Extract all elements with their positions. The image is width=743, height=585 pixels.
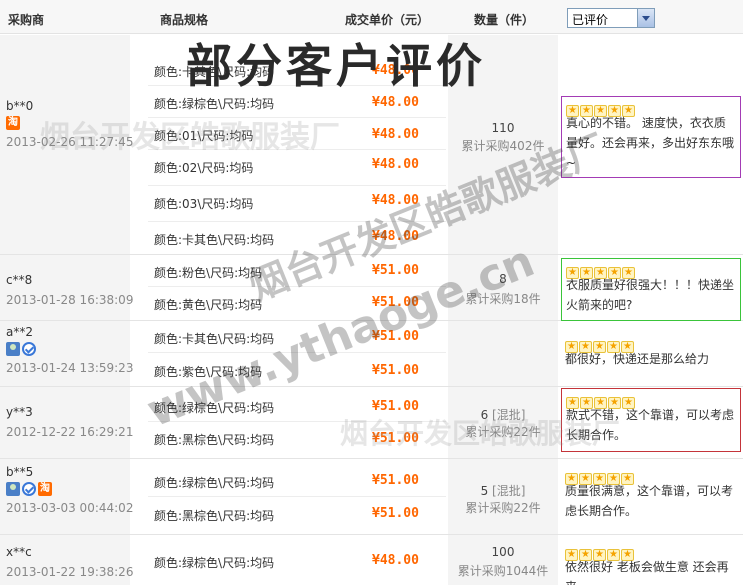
star-rating	[565, 467, 737, 485]
col-spec-header: 商品规格	[160, 13, 209, 27]
order-group-4: y**3 2012-12-22 16:29:21 颜色:绿棕色\尺码:均码 ¥5…	[0, 387, 743, 459]
order-quantity: 5 [混批]	[448, 482, 558, 499]
item-spec: 颜色:黑棕色\尺码:均码	[154, 509, 275, 523]
user-icon	[6, 482, 20, 496]
star-rating	[566, 261, 736, 279]
verified-icon	[22, 342, 36, 356]
order-quantity: 110	[491, 121, 515, 135]
review-box: 依然很好 老板会做生意 还会再来	[561, 541, 741, 585]
item-price: ¥48.00	[372, 193, 419, 208]
item-price: ¥51.00	[372, 329, 419, 344]
star-rating	[566, 391, 736, 409]
buyer-badges	[6, 342, 38, 356]
star-rating	[565, 335, 737, 353]
order-quantity: 8	[499, 272, 507, 286]
order-date: 2013-01-24 13:59:23	[6, 361, 134, 375]
mixed-batch-tag: [混批]	[492, 484, 526, 498]
order-total: 累计采购18件	[465, 292, 541, 306]
item-spec: 颜色:黄色\尺码:均码	[154, 298, 263, 312]
item-spec: 颜色:绿棕色\尺码:均码	[154, 401, 275, 415]
item-price: ¥51.00	[372, 263, 419, 278]
review-text: 质量很满意，这个靠谱，可以考虑长期合作。	[565, 484, 734, 518]
item-spec: 颜色:卡其色\尺码:均码	[154, 233, 275, 247]
item-price: ¥48.00	[372, 553, 419, 568]
review-text: 依然很好 老板会做生意 还会再来	[565, 560, 729, 585]
col-buyer-header: 采购商	[8, 13, 45, 27]
item-spec: 颜色:黑棕色\尺码:均码	[154, 433, 275, 447]
order-date: 2013-03-03 00:44:02	[6, 501, 134, 515]
buyer-name: b**5	[6, 465, 34, 479]
buyer-name: a**2	[6, 325, 33, 339]
review-box: 款式不错，这个靠谱，可以考虑长期合作。	[561, 388, 741, 452]
item-price: ¥51.00	[372, 431, 419, 446]
item-price: ¥51.00	[372, 363, 419, 378]
verified-icon	[22, 482, 36, 496]
buyer-name: c**8	[6, 273, 33, 287]
item-spec: 颜色:紫色\尺码:均码	[154, 365, 263, 379]
item-price: ¥48.00	[372, 95, 419, 110]
review-box: 真心的不错。 速度快，衣衣质量好。还会再来，多出好东东哦~	[561, 96, 741, 178]
order-group-6: x**c 2013-01-22 19:38:26 颜色:绿棕色\尺码:均码 ¥4…	[0, 535, 743, 585]
review-text: 款式不错，这个靠谱，可以考虑长期合作。	[566, 408, 735, 442]
order-total: 累计采购22件	[465, 425, 541, 439]
order-date: 2013-02-26 11:27:45	[6, 135, 134, 149]
item-spec: 颜色:03\尺码:均码	[154, 197, 254, 211]
review-box: 都很好，快递还是那么给力	[561, 333, 741, 381]
item-spec: 颜色:01\尺码:均码	[154, 129, 254, 143]
item-price: ¥51.00	[372, 399, 419, 414]
buyer-badges: 淘	[6, 116, 22, 130]
order-quantity: 6 [混批]	[448, 406, 558, 423]
order-total: 累计采购1044件	[457, 564, 549, 578]
col-qty-header: 数量（件）	[474, 13, 535, 27]
item-price: ¥48.00	[372, 229, 419, 244]
mixed-batch-tag: [混批]	[492, 408, 526, 422]
review-filter-value: 已评价	[572, 13, 609, 27]
review-filter-select[interactable]: 已评价	[567, 8, 655, 28]
item-price: ¥51.00	[372, 295, 419, 310]
review-text: 真心的不错。 速度快，衣衣质量好。还会再来，多出好东东哦~	[566, 116, 735, 170]
order-group-2: c**8 2013-01-28 16:38:09 颜色:粉色\尺码:均码 ¥51…	[0, 255, 743, 321]
item-price: ¥48.00	[372, 157, 419, 172]
user-icon	[6, 342, 20, 356]
order-group-5: b**5 淘 2013-03-03 00:44:02 颜色:绿棕色\尺码:均码 …	[0, 459, 743, 535]
col-price-header: 成交单价（元）	[345, 13, 430, 27]
order-quantity: 100	[491, 545, 515, 559]
buyer-name: y**3	[6, 405, 33, 419]
item-spec: 颜色:卡其色\尺码:均码	[154, 332, 275, 346]
order-date: 2012-12-22 16:29:21	[6, 425, 134, 439]
qty-value: 5	[480, 484, 489, 498]
buyer-name: x**c	[6, 545, 32, 559]
qty-value: 6	[480, 408, 489, 422]
item-spec: 颜色:02\尺码:均码	[154, 161, 254, 175]
buyer-name: b**0	[6, 99, 34, 113]
item-price: ¥51.00	[372, 506, 419, 521]
review-box: 衣服质量好很强大！！！快递坐火箭来的吧?	[561, 258, 741, 321]
chevron-down-icon[interactable]	[637, 9, 654, 27]
review-box: 质量很满意，这个靠谱，可以考虑长期合作。	[561, 465, 741, 531]
review-text: 都很好，快递还是那么给力	[565, 352, 710, 366]
taobao-icon: 淘	[6, 116, 20, 130]
order-date: 2013-01-22 19:38:26	[6, 565, 134, 579]
star-rating	[565, 543, 737, 561]
item-price: ¥51.00	[372, 473, 419, 488]
item-spec: 颜色:绿棕色\尺码:均码	[154, 97, 275, 111]
order-date: 2013-01-28 16:38:09	[6, 293, 134, 307]
item-spec: 颜色:绿棕色\尺码:均码	[154, 476, 275, 490]
taobao-icon: 淘	[38, 482, 52, 496]
review-text: 衣服质量好很强大！！！快递坐火箭来的吧?	[566, 278, 735, 312]
order-total: 累计采购402件	[461, 139, 545, 153]
order-total: 累计采购22件	[465, 501, 541, 515]
item-spec: 颜色:粉色\尺码:均码	[154, 266, 263, 280]
table-header: 采购商 商品规格 成交单价（元） 数量（件） 已评价	[0, 0, 743, 34]
order-group-3: a**2 2013-01-24 13:59:23 颜色:卡其色\尺码:均码 ¥5…	[0, 321, 743, 387]
star-rating	[566, 99, 736, 117]
item-price: ¥48.00	[372, 127, 419, 142]
overlay-title: 部分客户评价	[186, 39, 486, 93]
buyer-badges: 淘	[6, 482, 54, 496]
item-spec: 颜色:绿棕色\尺码:均码	[154, 556, 275, 570]
